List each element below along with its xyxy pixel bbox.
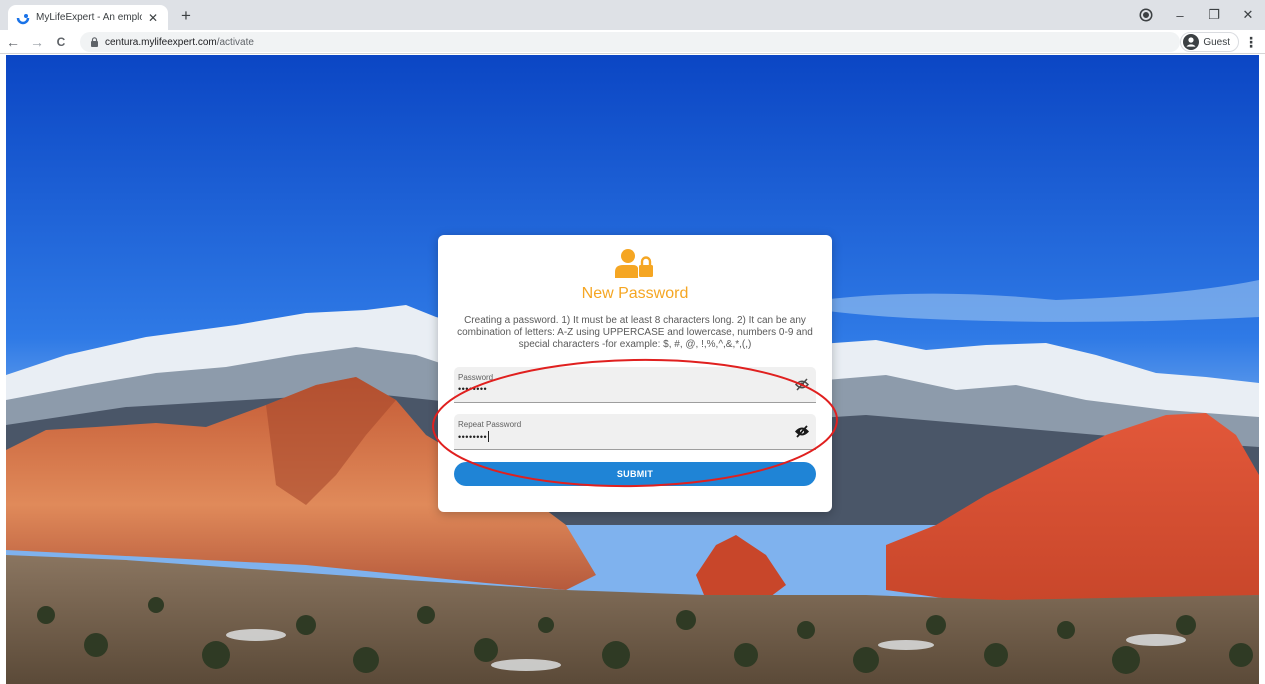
browser-tab[interactable]: MyLifeExpert - An employee wel ✕ <box>8 5 168 30</box>
profile-label: Guest <box>1203 36 1230 48</box>
profile-indicator-icon[interactable] <box>1129 0 1163 30</box>
browser-menu-button[interactable]: ⋮ <box>1243 32 1259 52</box>
lock-icon[interactable] <box>90 37 99 47</box>
url-path: /activate <box>216 36 254 48</box>
eye-off-icon[interactable] <box>795 378 809 391</box>
site-favicon-icon <box>16 11 30 25</box>
page-viewport: New Password Creating a password. 1) It … <box>6 55 1259 684</box>
window-controls: – ❐ ✕ <box>1129 0 1265 30</box>
profile-button[interactable]: Guest <box>1180 32 1239 52</box>
browser-tabstrip: MyLifeExpert - An employee wel ✕ + – ❐ ✕ <box>0 0 1265 30</box>
address-bar[interactable]: centura.mylifeexpert.com/activate <box>80 32 1180 52</box>
password-label: Password <box>458 373 494 382</box>
repeat-password-value[interactable]: •••••••• <box>458 432 487 442</box>
repeat-password-field[interactable]: Repeat Password •••••••• <box>454 414 816 450</box>
reload-button[interactable]: C <box>50 31 72 53</box>
restore-button[interactable]: ❐ <box>1197 0 1231 30</box>
repeat-password-label: Repeat Password <box>458 420 522 429</box>
eye-off-icon[interactable] <box>795 425 809 438</box>
back-button[interactable]: ← <box>2 31 24 53</box>
close-window-button[interactable]: ✕ <box>1231 0 1265 30</box>
tab-title: MyLifeExpert - An employee wel <box>36 12 142 23</box>
user-lock-icon <box>615 249 653 278</box>
text-caret <box>488 431 490 442</box>
new-password-card: New Password Creating a password. 1) It … <box>438 235 832 512</box>
submit-button[interactable]: SUBMIT <box>454 462 816 486</box>
browser-toolbar: ← → C centura.mylifeexpert.com/activate … <box>0 30 1265 54</box>
url-host: centura.mylifeexpert.com <box>105 36 217 48</box>
password-field[interactable]: Password •••••••• <box>454 367 816 403</box>
minimize-button[interactable]: – <box>1163 0 1197 30</box>
new-tab-button[interactable]: + <box>176 7 196 25</box>
guest-avatar-icon <box>1183 34 1200 50</box>
password-requirements-text: Creating a password. 1) It must be at le… <box>457 315 813 350</box>
forward-button[interactable]: → <box>26 31 48 53</box>
password-value[interactable]: •••••••• <box>458 384 487 394</box>
tab-close-icon[interactable]: ✕ <box>146 11 160 25</box>
page-title: New Password <box>581 285 689 302</box>
repeat-password-value-wrap[interactable]: •••••••• <box>458 431 490 442</box>
